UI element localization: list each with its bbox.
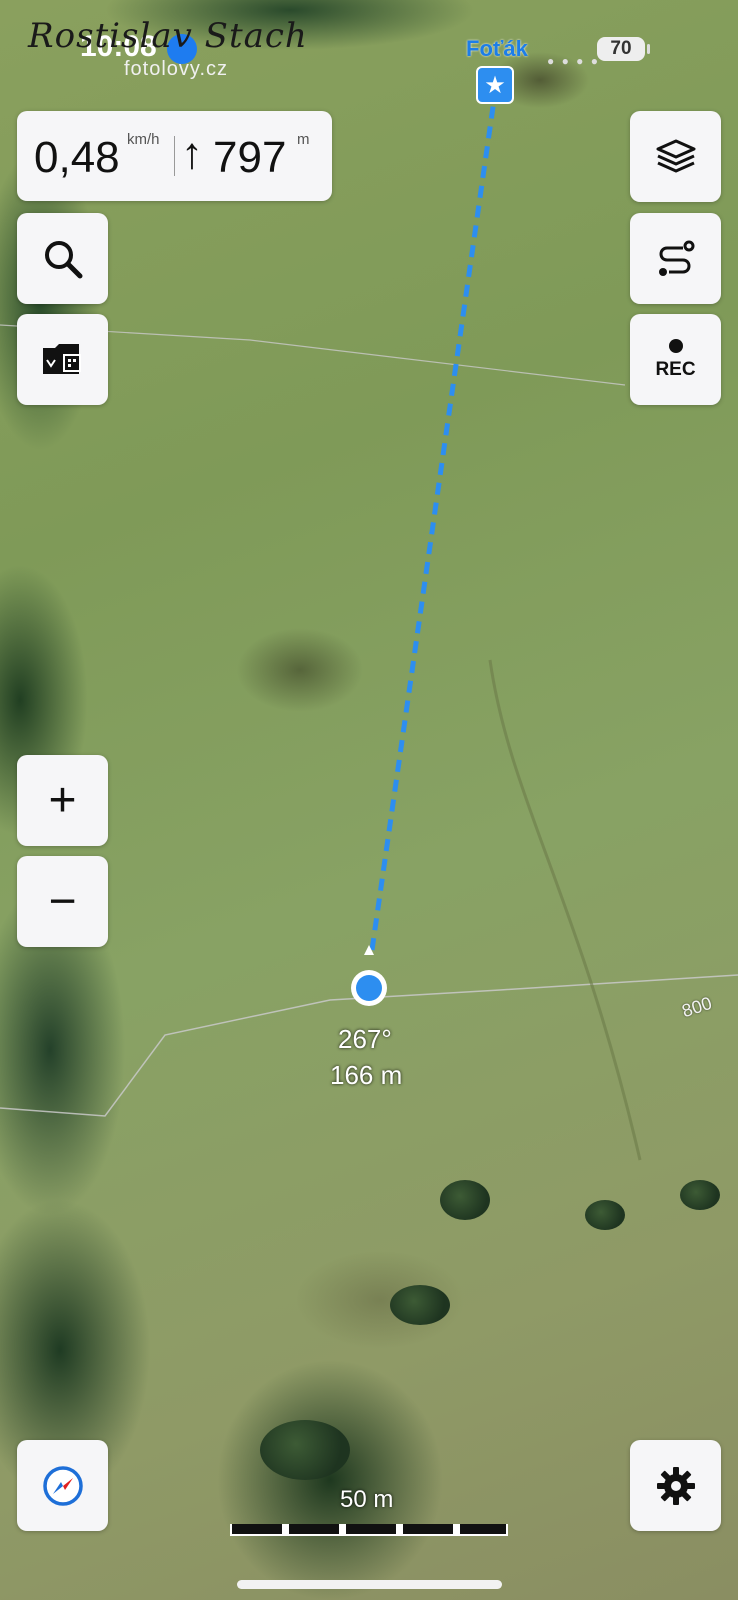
- map-overlay: [0, 99, 738, 1161]
- search-icon: [44, 240, 82, 278]
- scale-bar: [230, 1524, 508, 1536]
- watermark-site: fotolovy.cz: [124, 58, 228, 80]
- route-icon: [658, 240, 694, 276]
- settings-button[interactable]: [630, 1440, 721, 1531]
- route-line: [369, 99, 497, 951]
- layers-icon: [656, 139, 695, 172]
- signal-icon: ● ● ● ●: [547, 54, 600, 68]
- watermark-signature: Rostislav Stach: [28, 16, 308, 56]
- waypoint-label[interactable]: Foťák: [466, 36, 528, 62]
- folder-map-icon: [42, 343, 81, 374]
- saved-maps-button[interactable]: [17, 314, 108, 405]
- gear-icon: [656, 1466, 695, 1505]
- map-view[interactable]: [0, 0, 738, 1600]
- battery-tip: [647, 44, 650, 54]
- altitude-unit: m: [297, 131, 310, 148]
- star-icon[interactable]: ★: [476, 66, 514, 104]
- speed-unit: km/h: [127, 131, 160, 148]
- distance-readout: 166 m: [330, 1060, 403, 1090]
- status-bar: 10:08 Rostislav Stach fotolovy.cz ● ● ● …: [0, 0, 738, 100]
- record-icon: [668, 338, 683, 353]
- compass-button[interactable]: [17, 1440, 108, 1531]
- layers-button[interactable]: [630, 111, 721, 202]
- speed-value: 0,48: [34, 133, 120, 182]
- rec-label: REC: [655, 358, 696, 380]
- altitude-value: 797: [213, 133, 287, 182]
- route-planner-button[interactable]: [630, 213, 721, 304]
- speed-altitude-panel[interactable]: 0,48 km/h ↑ 797 m: [17, 111, 332, 201]
- zoom-out-button[interactable]: −: [17, 856, 108, 947]
- zoom-in-button[interactable]: +: [17, 755, 108, 846]
- altitude-arrow-icon: ↑: [181, 129, 203, 178]
- panel-divider: [174, 136, 175, 176]
- compass-icon: [42, 1465, 83, 1506]
- search-button[interactable]: [17, 213, 108, 304]
- heading-readout: 267°: [338, 1024, 392, 1054]
- home-indicator[interactable]: [237, 1580, 502, 1589]
- record-track-button[interactable]: REC: [630, 314, 721, 405]
- battery-icon: 70: [597, 37, 645, 61]
- scale-label: 50 m: [340, 1486, 394, 1513]
- position-marker: [356, 975, 382, 1001]
